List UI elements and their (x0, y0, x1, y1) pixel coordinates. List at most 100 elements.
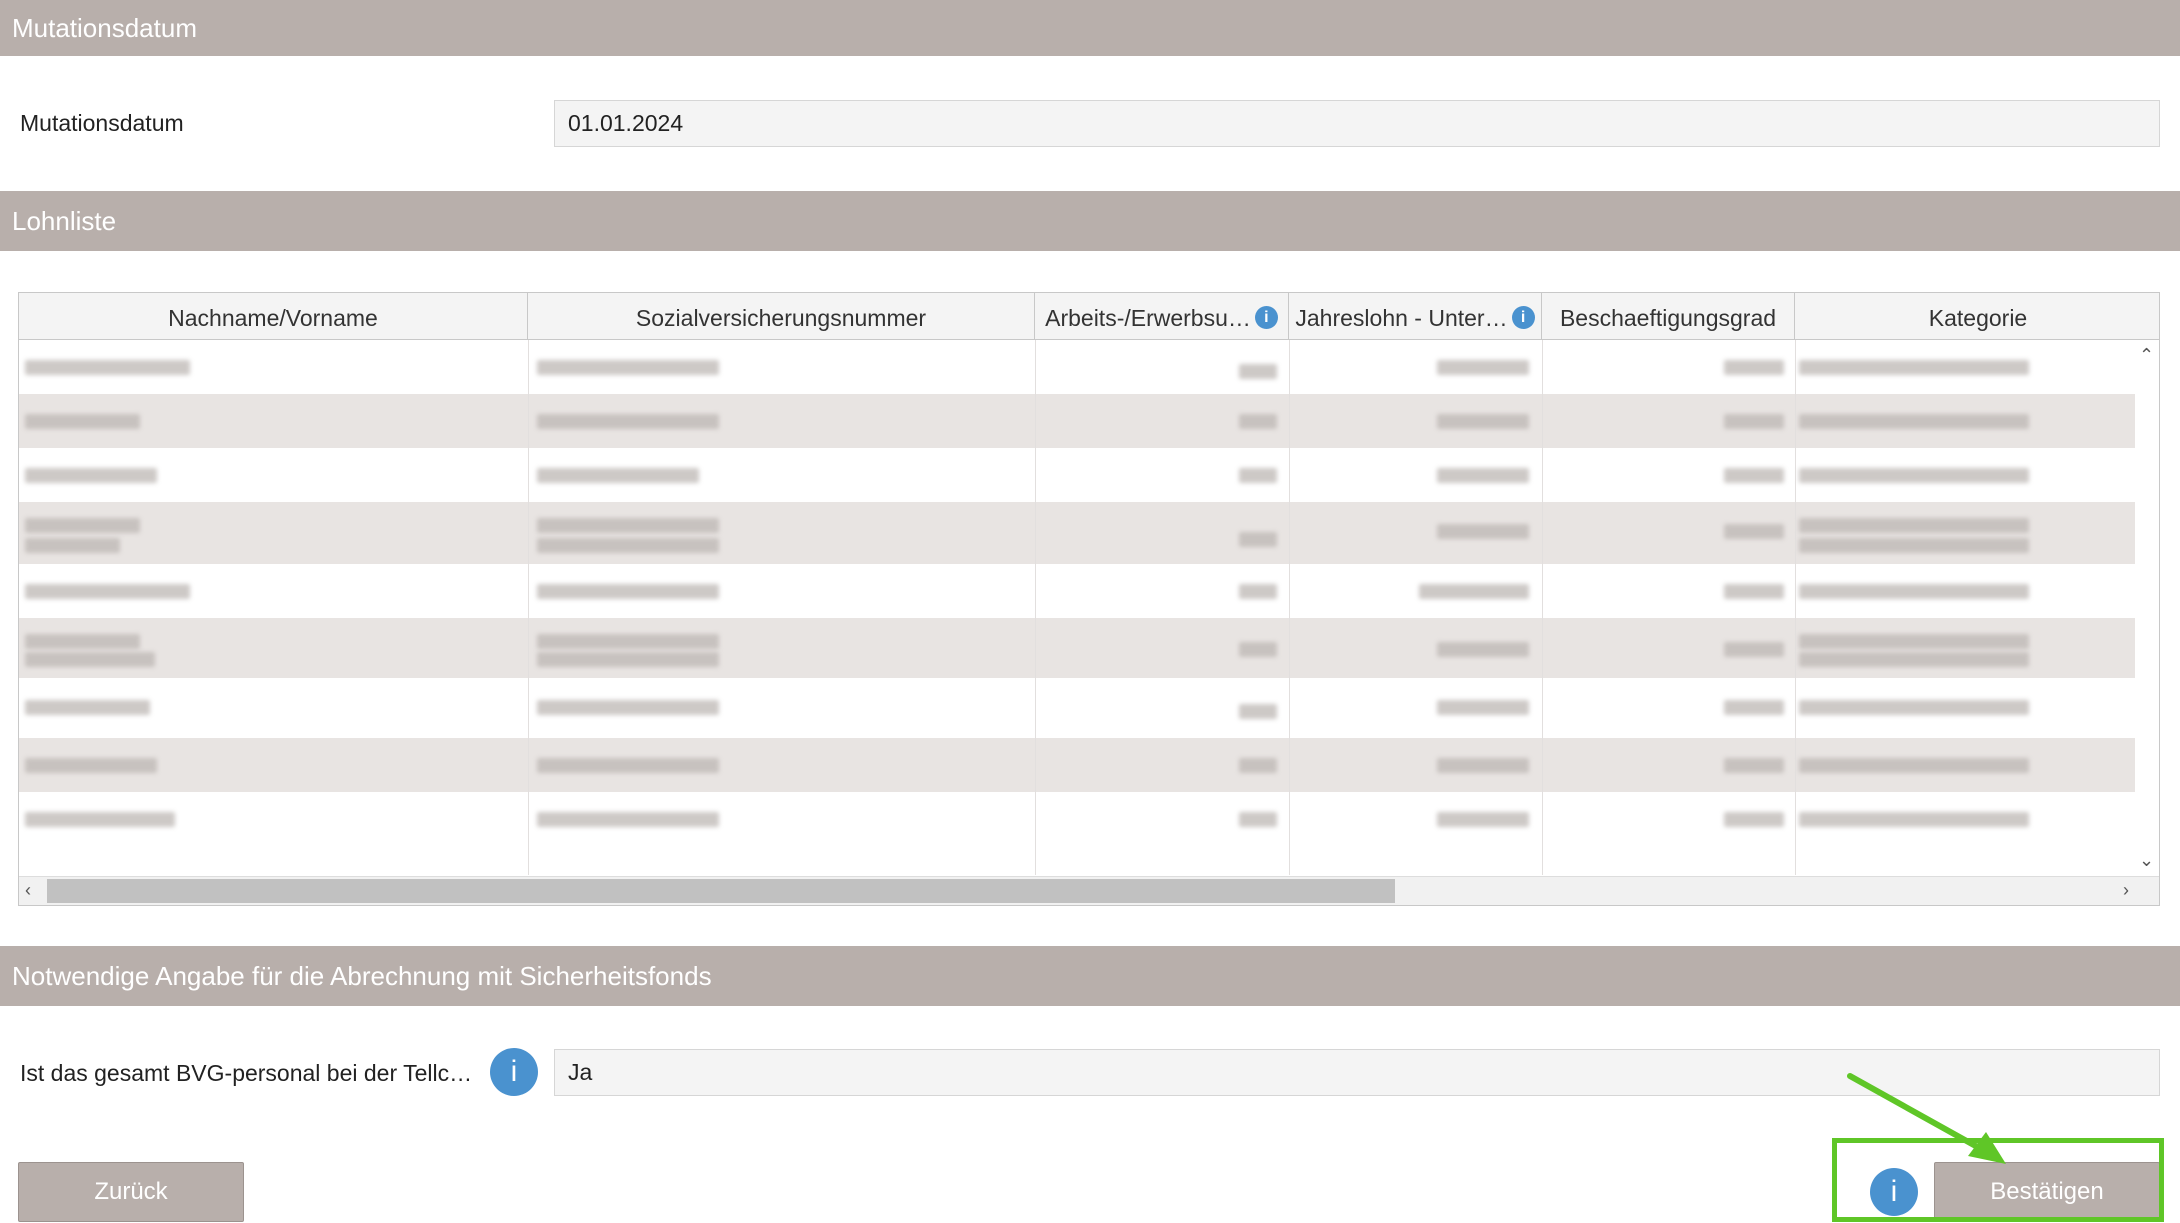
redacted-category (1799, 360, 2029, 375)
redacted-name (25, 538, 120, 553)
redacted-value (1239, 758, 1277, 773)
column-label: Beschaeftigungsgrad (1559, 304, 1777, 331)
redacted-category (1799, 538, 2029, 553)
column-header-name[interactable]: Nachname/Vorname (19, 293, 528, 339)
redacted-ssn (537, 812, 719, 827)
info-icon[interactable]: i (490, 1048, 538, 1096)
annotation-arrow-icon (1847, 1073, 2006, 1164)
column-header-annual-salary[interactable]: Jahreslohn - Unter… i (1289, 293, 1542, 339)
info-icon[interactable]: i (1511, 306, 1535, 330)
redacted-value (1437, 360, 1529, 375)
redacted-value (1437, 524, 1529, 539)
redacted-category (1799, 634, 2029, 649)
info-icon[interactable]: i (1254, 306, 1278, 330)
redacted-ssn (537, 414, 719, 429)
table-row[interactable] (19, 792, 2137, 846)
scroll-right-icon[interactable]: › (2123, 881, 2129, 899)
section-header-required: Notwendige Angabe für die Abrechnung mit… (0, 946, 2180, 1006)
redacted-value (1724, 584, 1784, 599)
column-label: Kategorie (1928, 304, 2028, 331)
redacted-value (1239, 414, 1277, 429)
column-divider (1795, 340, 1796, 875)
redacted-ssn (537, 538, 719, 553)
bvg-question-label: Ist das gesamt BVG-personal bei der Tell… (20, 1060, 473, 1086)
redacted-category (1799, 518, 2029, 533)
redacted-name (25, 518, 140, 533)
redacted-value (1724, 524, 1784, 539)
redacted-category (1799, 414, 2029, 429)
redacted-name (25, 634, 140, 649)
grid-header: Nachname/Vorname Sozialversicherungsnumm… (19, 293, 2159, 340)
redacted-name (25, 468, 157, 483)
table-row[interactable] (19, 448, 2137, 502)
table-row[interactable] (19, 738, 2137, 792)
redacted-category (1799, 468, 2029, 483)
section-title: Notwendige Angabe für die Abrechnung mit… (12, 961, 712, 991)
redacted-value (1724, 642, 1784, 657)
table-row[interactable] (19, 678, 2137, 738)
redacted-value (1437, 700, 1529, 715)
redacted-ssn (537, 652, 719, 667)
payroll-grid[interactable]: Nachname/Vorname Sozialversicherungsnumm… (18, 292, 2160, 906)
scroll-up-icon[interactable]: ⌃ (2139, 346, 2154, 364)
column-divider (1542, 340, 1543, 875)
column-header-employment-level[interactable]: Beschaeftigungsgrad (1542, 293, 1795, 339)
column-divider (528, 340, 529, 875)
redacted-value (1437, 414, 1529, 429)
redacted-ssn (537, 468, 699, 483)
redacted-value (1437, 812, 1529, 827)
table-row[interactable] (19, 340, 2137, 394)
scroll-left-icon[interactable]: ‹ (25, 881, 31, 899)
redacted-category (1799, 700, 2029, 715)
redacted-value (1239, 812, 1277, 827)
redacted-category (1799, 758, 2029, 773)
section-title: Lohnliste (12, 206, 117, 236)
redacted-value (1239, 532, 1277, 547)
redacted-ssn (537, 700, 719, 715)
column-header-category[interactable]: Kategorie (1795, 293, 2159, 339)
table-row[interactable] (19, 394, 2137, 448)
vertical-scrollbar[interactable]: ⌃ ⌄ (2135, 340, 2159, 875)
redacted-ssn (537, 758, 719, 773)
horizontal-scroll-thumb[interactable] (47, 879, 1395, 903)
column-label: Sozialversicherungsnummer (635, 304, 927, 331)
redacted-value (1239, 364, 1277, 379)
redacted-category (1799, 812, 2029, 827)
section-header-mutation: Mutationsdatum (0, 0, 2180, 56)
table-row[interactable] (19, 564, 2137, 618)
mutation-date-input[interactable]: 01.01.2024 (554, 100, 2160, 147)
redacted-category (1799, 584, 2029, 599)
column-divider (1035, 340, 1036, 875)
redacted-category (1799, 652, 2029, 667)
redacted-value (1239, 468, 1277, 483)
redacted-name (25, 700, 150, 715)
table-row[interactable] (19, 502, 2137, 564)
column-header-disability[interactable]: Arbeits-/Erwerbsu… i (1035, 293, 1289, 339)
redacted-name (25, 584, 190, 599)
section-title: Mutationsdatum (12, 13, 197, 43)
redacted-value (1419, 584, 1529, 599)
redacted-name (25, 360, 190, 375)
redacted-value (1239, 704, 1277, 719)
redacted-value (1724, 700, 1784, 715)
redacted-value (1239, 584, 1277, 599)
column-label: Jahreslohn - Unter… (1295, 304, 1508, 331)
redacted-ssn (537, 584, 719, 599)
redacted-name (25, 758, 157, 773)
redacted-value (1239, 642, 1277, 657)
horizontal-scrollbar[interactable]: ‹ › (19, 876, 2159, 905)
table-row[interactable] (19, 618, 2137, 678)
column-label: Nachname/Vorname (168, 304, 378, 331)
redacted-value (1724, 468, 1784, 483)
mutation-date-label: Mutationsdatum (20, 110, 184, 136)
back-button[interactable]: Zurück (18, 1162, 244, 1222)
scroll-down-icon[interactable]: ⌄ (2139, 851, 2154, 869)
column-header-ssn[interactable]: Sozialversicherungsnummer (528, 293, 1035, 339)
redacted-name (25, 812, 175, 827)
redacted-value (1437, 468, 1529, 483)
redacted-value (1437, 642, 1529, 657)
column-divider (1289, 340, 1290, 875)
redacted-ssn (537, 634, 719, 649)
redacted-name (25, 414, 140, 429)
redacted-value (1724, 414, 1784, 429)
